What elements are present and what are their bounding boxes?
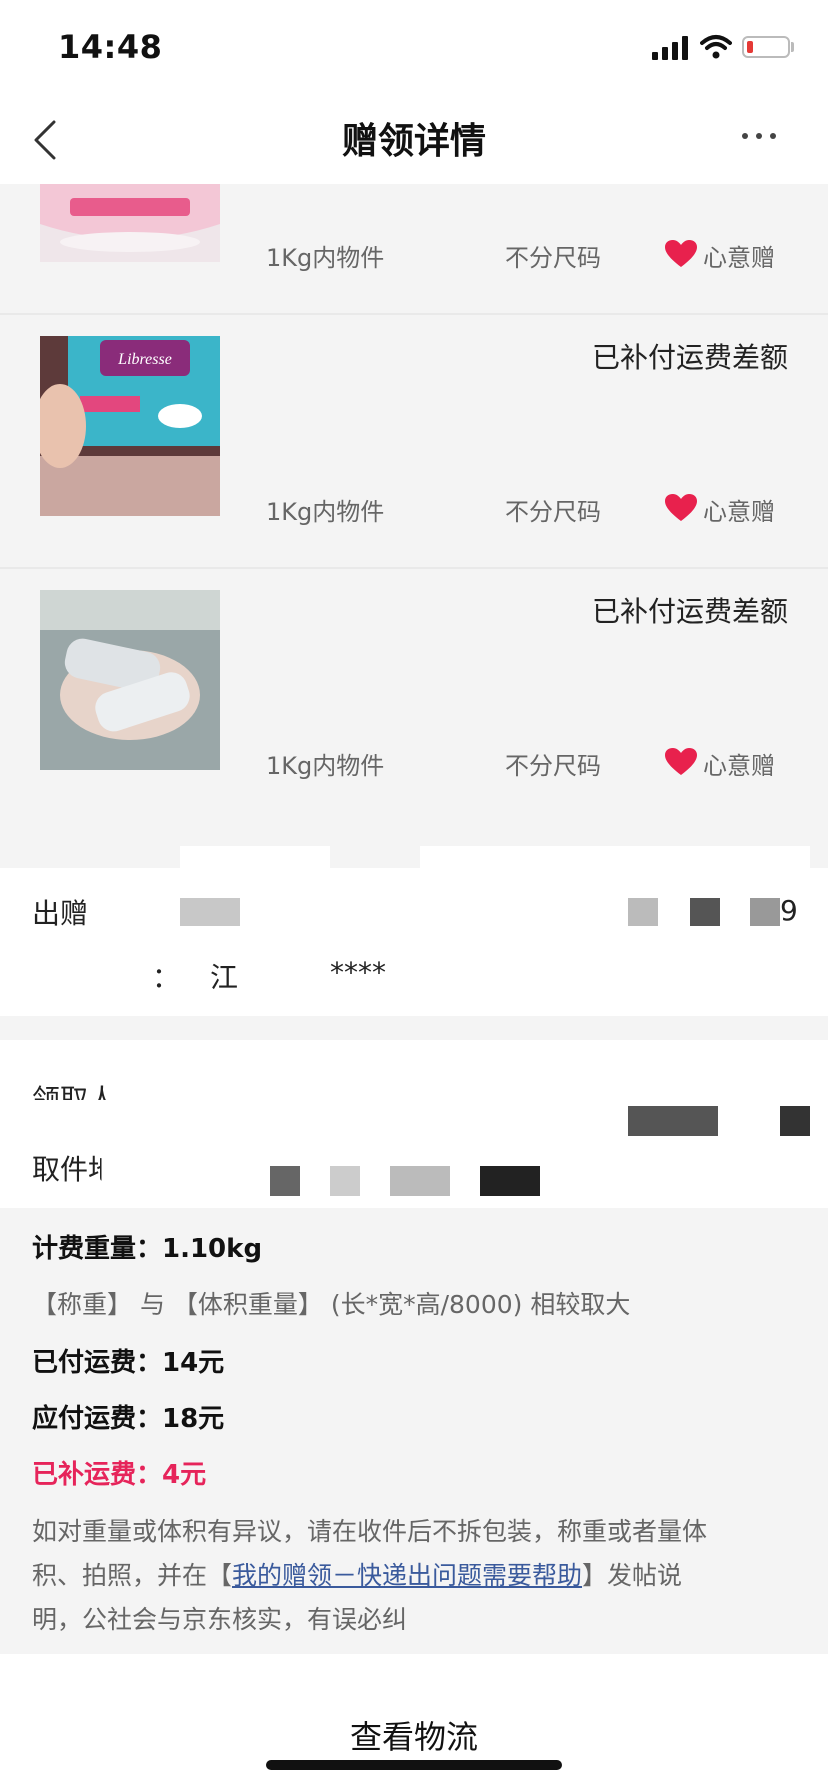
battery-tip: [791, 42, 794, 52]
item-status: 已补付运费差额: [591, 595, 788, 628]
item-tag: 心意赠: [703, 752, 775, 780]
redacted-block: [180, 898, 240, 926]
battery-icon: [742, 36, 790, 58]
page-title: 赠领详情: [341, 121, 486, 162]
item-weight: 1Kg内物件: [266, 498, 385, 526]
paid-shipping: 已付运费：14元: [32, 1348, 225, 1378]
heart-icon: [665, 494, 697, 521]
item-tag: 心意赠: [703, 498, 775, 526]
item-weight: 1Kg内物件: [266, 752, 385, 780]
status-time: 14:48: [58, 28, 163, 66]
item-tag: 心意赠: [703, 244, 775, 272]
heart-icon: [665, 240, 697, 267]
more-icon[interactable]: [742, 130, 776, 142]
weight-rule: 【称重】 与 【体积重量】 (长*宽*高/8000) 相较取大: [32, 1290, 631, 1319]
heart-icon: [665, 748, 697, 775]
giver-label: 出赠: [32, 897, 89, 930]
giver-address-mask: ****: [330, 956, 386, 989]
redacted-block: [750, 898, 780, 926]
redacted-block: [690, 898, 720, 926]
notice-line: 如对重量或体积有异议，请在收件后不拆包装，称重或者量体: [32, 1517, 708, 1546]
item-size: 不分尺码: [505, 498, 601, 526]
notice-line: 明，公社会与京东核实，有误必纠: [32, 1605, 408, 1634]
redacted-block: [628, 1106, 718, 1136]
divider: [0, 313, 828, 315]
mask: [420, 846, 810, 876]
giver-address-colon: ：: [152, 961, 181, 994]
item-weight: 1Kg内物件: [266, 244, 385, 272]
item-thumbnail[interactable]: [40, 184, 220, 262]
item-thumbnail[interactable]: [40, 590, 220, 770]
giver-address-part: 江: [210, 961, 239, 994]
notice-text: 积、拍照，并在【: [32, 1561, 233, 1590]
view-logistics-button[interactable]: 查看物流: [0, 1712, 828, 1758]
payable-shipping: 应付运费：18元: [32, 1404, 225, 1434]
billing-weight: 计费重量：1.10kg: [32, 1234, 263, 1264]
divider: [0, 567, 828, 569]
home-indicator: [266, 1760, 562, 1770]
notice-line: 积、拍照，并在【我的赠领－快递出问题需要帮助】发帖说: [32, 1556, 682, 1592]
notice-text: 】发帖说: [582, 1561, 683, 1590]
redacted-block: [330, 1166, 360, 1196]
redacted-block: [270, 1166, 300, 1196]
giver-card: [0, 868, 828, 1016]
redacted-block: [780, 1106, 810, 1136]
redacted-block: [390, 1166, 450, 1196]
wifi-icon: [700, 35, 732, 59]
giver-tail: 9: [780, 894, 798, 927]
supplement-shipping: 已补运费：4元: [32, 1460, 207, 1490]
redacted-block: [480, 1166, 540, 1196]
item-size: 不分尺码: [505, 752, 601, 780]
redacted-block: [628, 898, 658, 926]
svg-text:Libresse: Libresse: [117, 351, 172, 368]
item-status: 已补付运费差额: [591, 341, 788, 374]
item-size: 不分尺码: [505, 244, 601, 272]
item-thumbnail[interactable]: Libresse: [40, 336, 220, 516]
mask: [180, 846, 330, 876]
signal-icon: [652, 36, 692, 60]
help-link[interactable]: 我的赠领－快递出问题需要帮助: [232, 1561, 582, 1590]
